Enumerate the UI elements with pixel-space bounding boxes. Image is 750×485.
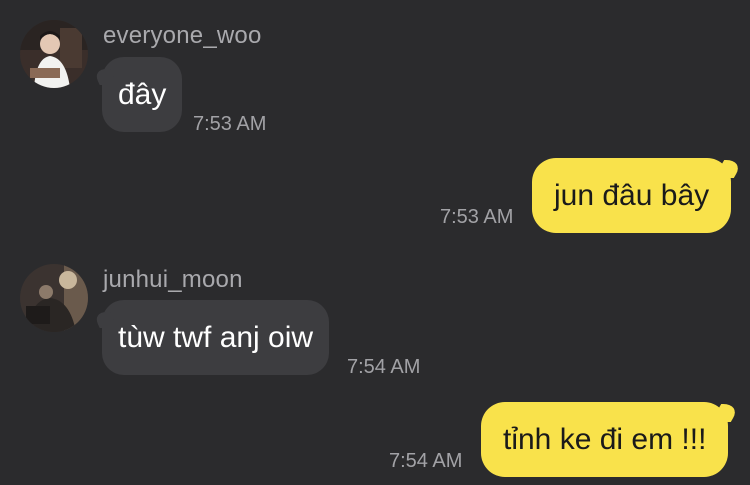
sender-name: junhui_moon	[103, 266, 243, 293]
outgoing-message-bubble[interactable]: tỉnh ke đi em !!!	[481, 402, 729, 477]
avatar-photo-icon	[20, 264, 88, 332]
message-timestamp: 7:53 AM	[440, 206, 514, 228]
sender-name: everyone_woo	[103, 22, 262, 49]
message-timestamp: 7:54 AM	[389, 450, 463, 472]
incoming-message-bubble[interactable]: đây	[102, 57, 183, 132]
avatar-photo-icon	[20, 20, 88, 88]
incoming-message-bubble[interactable]: tùw twf anj oiw	[102, 300, 330, 375]
chat-thread: everyone_woo đây 7:53 AM jun đâu bây 7:5…	[0, 0, 750, 485]
avatar-everyone-woo[interactable]	[20, 20, 88, 88]
outgoing-message-bubble[interactable]: jun đâu bây	[532, 158, 732, 233]
message-timestamp: 7:53 AM	[193, 113, 267, 135]
message-timestamp: 7:54 AM	[347, 356, 421, 378]
avatar-junhui-moon[interactable]	[20, 264, 88, 332]
